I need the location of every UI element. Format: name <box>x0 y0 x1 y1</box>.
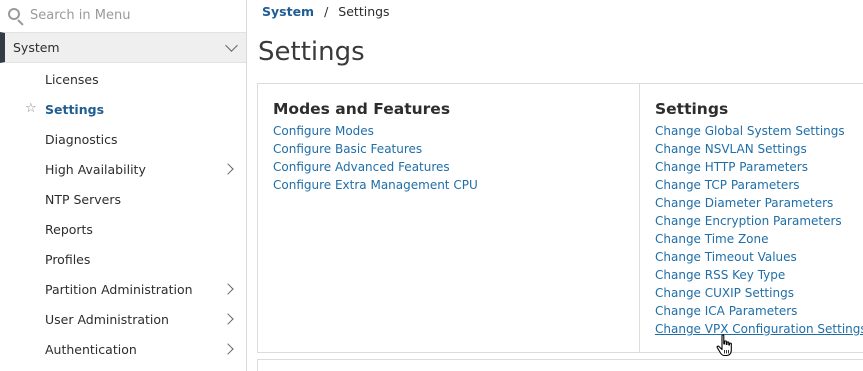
settings-heading: Settings <box>655 100 729 118</box>
sidebar-item-label: NTP Servers <box>45 191 122 207</box>
change-timeout-values-link[interactable]: Change Timeout Values <box>655 248 863 266</box>
sidebar-item-label: Settings <box>45 101 105 117</box>
configure-advanced-features-link[interactable]: Configure Advanced Features <box>273 158 639 176</box>
change-nsvlan-settings-link[interactable]: Change NSVLAN Settings <box>655 140 863 158</box>
sidebar-item-label: Authentication <box>45 341 137 357</box>
settings-panel: Modes and Features Configure Modes Confi… <box>257 83 863 353</box>
sidebar: System Licenses ☆ Settings Diagnostics H… <box>0 0 247 371</box>
sidebar-item-label: Licenses <box>45 71 99 87</box>
change-global-system-settings-link[interactable]: Change Global System Settings <box>655 122 863 140</box>
configure-modes-link[interactable]: Configure Modes <box>273 122 639 140</box>
sidebar-item-label: Reports <box>45 221 93 237</box>
change-ica-parameters-link[interactable]: Change ICA Parameters <box>655 302 863 320</box>
sidebar-item-label: Diagnostics <box>45 131 118 147</box>
app-root: System Licenses ☆ Settings Diagnostics H… <box>0 0 863 371</box>
change-diameter-parameters-link[interactable]: Change Diameter Parameters <box>655 194 863 212</box>
configure-basic-features-link[interactable]: Configure Basic Features <box>273 140 639 158</box>
sidebar-item-profiles[interactable]: Profiles <box>0 244 246 274</box>
sidebar-item-diagnostics[interactable]: Diagnostics <box>0 124 246 154</box>
sidebar-item-label: User Administration <box>45 311 169 327</box>
sidebar-item-ntp-servers[interactable]: NTP Servers <box>0 184 246 214</box>
change-time-zone-link[interactable]: Change Time Zone <box>655 230 863 248</box>
sidebar-item-high-availability[interactable]: High Availability <box>0 154 246 184</box>
breadcrumb-link-system[interactable]: System <box>262 4 314 19</box>
sidebar-item-partition-administration[interactable]: Partition Administration <box>0 274 246 304</box>
sidebar-item-user-administration[interactable]: User Administration <box>0 304 246 334</box>
sidebar-item-reports[interactable]: Reports <box>0 214 246 244</box>
sidebar-item-licenses[interactable]: Licenses <box>0 64 246 94</box>
chevron-right-icon <box>222 283 234 295</box>
change-vpx-configuration-settings-link[interactable]: Change VPX Configuration Settings <box>655 320 863 338</box>
change-cuxip-settings-link[interactable]: Change CUXIP Settings <box>655 284 863 302</box>
change-encryption-parameters-link[interactable]: Change Encryption Parameters <box>655 212 863 230</box>
sidebar-item-label: Profiles <box>45 251 91 267</box>
sidebar-item-label: High Availability <box>45 161 146 177</box>
settings-column: Settings Change Global System Settings C… <box>640 84 863 352</box>
sidebar-section-system[interactable]: System <box>0 32 246 63</box>
modes-features-heading: Modes and Features <box>273 100 451 118</box>
breadcrumb: System / Settings <box>262 4 390 19</box>
search-bar <box>0 0 246 31</box>
change-http-parameters-link[interactable]: Change HTTP Parameters <box>655 158 863 176</box>
section-label: System <box>13 40 60 55</box>
search-icon <box>8 7 24 26</box>
change-tcp-parameters-link[interactable]: Change TCP Parameters <box>655 176 863 194</box>
page-title: Settings <box>258 37 365 67</box>
chevron-right-icon <box>222 343 234 355</box>
configure-extra-management-cpu-link[interactable]: Configure Extra Management CPU <box>273 176 639 194</box>
sidebar-item-settings[interactable]: ☆ Settings <box>0 94 246 124</box>
sidebar-item-label: Partition Administration <box>45 281 193 297</box>
modes-features-column: Modes and Features Configure Modes Confi… <box>258 84 640 352</box>
sidebar-nav: Licenses ☆ Settings Diagnostics High Ava… <box>0 64 246 364</box>
change-rss-key-type-link[interactable]: Change RSS Key Type <box>655 266 863 284</box>
hand-cursor-icon <box>716 334 732 357</box>
secondary-panel <box>257 359 863 371</box>
chevron-right-icon <box>222 313 234 325</box>
breadcrumb-separator: / <box>324 4 329 19</box>
search-input[interactable] <box>30 8 230 23</box>
chevron-right-icon <box>222 163 234 175</box>
breadcrumb-current: Settings <box>338 4 390 19</box>
star-icon[interactable]: ☆ <box>25 101 37 116</box>
sidebar-item-authentication[interactable]: Authentication <box>0 334 246 364</box>
chevron-down-icon <box>225 39 238 52</box>
